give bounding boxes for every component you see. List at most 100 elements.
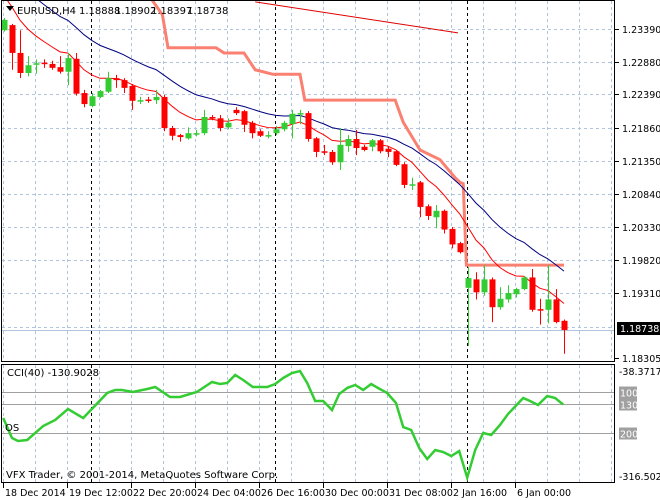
trendline[interactable]	[255, 1, 459, 34]
candle[interactable]	[265, 131, 272, 139]
candle[interactable]	[537, 298, 544, 325]
candle[interactable]	[105, 71, 112, 94]
cci-max-label: -38.3717	[619, 367, 660, 378]
candle[interactable]	[561, 319, 568, 354]
candle[interactable]	[81, 89, 88, 108]
candle[interactable]	[553, 289, 560, 324]
candle[interactable]	[193, 129, 200, 137]
candle[interactable]	[113, 74, 120, 88]
candle[interactable]	[521, 276, 528, 291]
candle[interactable]	[177, 133, 184, 142]
chart-window[interactable]: EURUSD,H4 1.18888 1.18902 1.18397 1.1873…	[0, 0, 660, 500]
candle[interactable]	[57, 56, 64, 74]
candle-body	[337, 144, 344, 163]
candle[interactable]	[289, 109, 296, 139]
candle[interactable]	[337, 127, 344, 171]
candle-body	[369, 140, 376, 147]
candle[interactable]	[313, 137, 320, 158]
candle[interactable]	[25, 56, 32, 77]
candle-body	[345, 138, 352, 147]
candle[interactable]	[417, 181, 424, 218]
candle[interactable]	[97, 89, 104, 99]
candle[interactable]	[321, 144, 328, 156]
price-label: 1.23390	[622, 25, 660, 36]
candle[interactable]	[33, 59, 40, 74]
candle[interactable]	[345, 135, 352, 152]
candle[interactable]	[2, 18, 8, 32]
cci-line	[2, 369, 564, 483]
candle-body	[313, 138, 320, 152]
candle-body	[481, 279, 488, 293]
price-plot	[2, 1, 568, 354]
price-label: 1.21350	[622, 157, 660, 168]
candle-body	[33, 63, 40, 65]
cci-panel[interactable]	[2, 369, 614, 483]
candle[interactable]	[161, 94, 168, 132]
candle[interactable]	[409, 177, 416, 191]
time-label: 18 Dec 2014	[5, 488, 66, 499]
price-panel[interactable]	[2, 0, 568, 354]
price-label: 1.22880	[622, 58, 660, 69]
candle[interactable]	[145, 96, 152, 103]
candle[interactable]	[393, 149, 400, 167]
candle[interactable]	[353, 129, 360, 156]
candle[interactable]	[305, 111, 312, 142]
candle-body	[137, 100, 144, 102]
candle[interactable]	[121, 78, 128, 94]
candle[interactable]	[369, 138, 376, 152]
candle-body	[561, 320, 568, 330]
candle[interactable]	[281, 120, 288, 132]
candle[interactable]	[89, 93, 96, 108]
candle[interactable]	[225, 118, 232, 130]
candle[interactable]	[329, 149, 336, 165]
candle-body	[57, 67, 64, 72]
candle[interactable]	[257, 129, 264, 138]
candle[interactable]	[41, 59, 48, 68]
price-label: 1.20840	[622, 190, 660, 201]
price-axis: 1.23390 1.22880 1.22390 1.21860 1.21350 1.208…	[615, 25, 660, 365]
candle[interactable]	[441, 209, 448, 234]
candle[interactable]	[385, 146, 392, 158]
candle-body	[305, 113, 312, 139]
candle[interactable]	[489, 277, 496, 323]
candle-body	[377, 140, 384, 152]
candle[interactable]	[481, 265, 488, 296]
candle[interactable]	[433, 204, 440, 229]
candle-body	[49, 63, 56, 68]
cci-level-label: 130	[620, 401, 638, 412]
candle[interactable]	[361, 144, 368, 152]
candle[interactable]	[73, 52, 80, 96]
candle[interactable]	[425, 204, 432, 220]
candle[interactable]	[529, 269, 536, 312]
candle[interactable]	[201, 109, 208, 136]
candle[interactable]	[513, 287, 520, 298]
candle[interactable]	[449, 226, 456, 249]
candle[interactable]	[377, 138, 384, 154]
candle[interactable]	[401, 162, 408, 189]
candle[interactable]	[545, 265, 552, 324]
candle-body	[513, 289, 520, 295]
candle[interactable]	[473, 272, 480, 300]
candle-body	[97, 91, 104, 97]
candle[interactable]	[249, 120, 256, 139]
candle-body	[385, 148, 392, 152]
candle-body	[185, 133, 192, 139]
candle[interactable]	[233, 107, 240, 116]
candle[interactable]	[65, 52, 72, 86]
candle[interactable]	[137, 96, 144, 105]
candle-body	[241, 111, 248, 125]
candle[interactable]	[505, 285, 512, 303]
candle-body	[353, 138, 360, 149]
candle[interactable]	[497, 287, 504, 310]
time-label: 31 Dec 08:00	[389, 488, 453, 499]
candle[interactable]	[465, 267, 472, 347]
price-label: 1.18305	[622, 354, 660, 365]
candle[interactable]	[17, 30, 24, 79]
candle-body	[257, 131, 264, 136]
candle[interactable]	[129, 83, 136, 110]
candle[interactable]	[153, 89, 160, 105]
symbol-label: EURUSD,H4	[17, 6, 76, 17]
candle[interactable]	[185, 127, 192, 140]
candle[interactable]	[457, 241, 464, 254]
candle[interactable]	[169, 126, 176, 141]
